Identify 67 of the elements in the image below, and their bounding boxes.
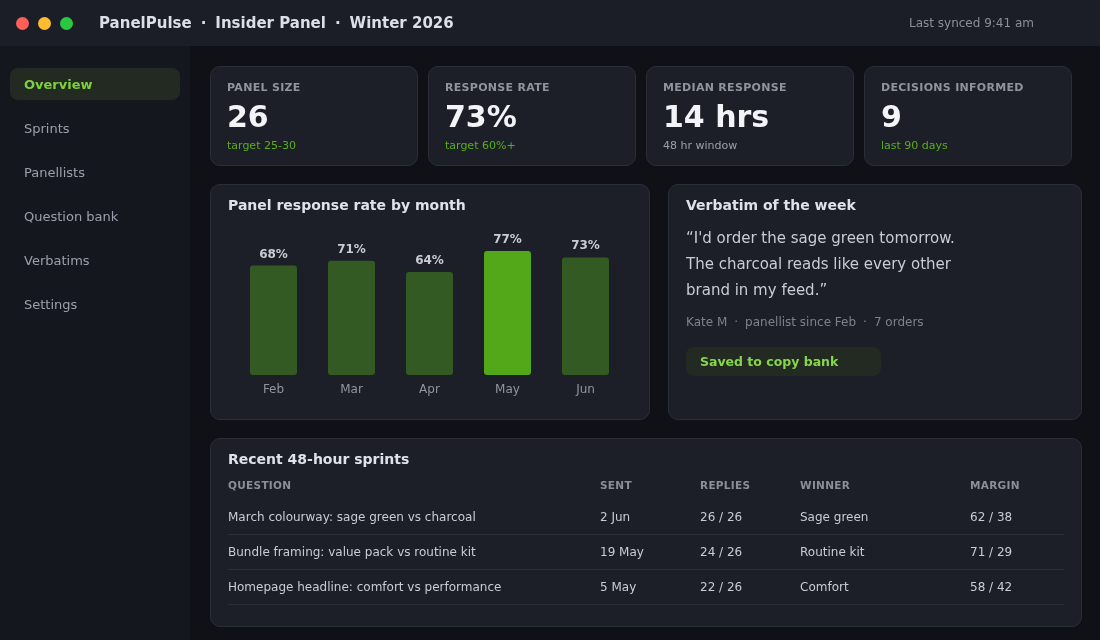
stat-label: DECISIONS INFORMED: [881, 81, 1025, 94]
table-cell: 24 / 26: [700, 535, 800, 570]
quote-meta: panellist since Feb: [745, 315, 857, 329]
table-cell: 62 / 38: [970, 500, 1064, 535]
stat-label: MEDIAN RESPONSE: [663, 81, 788, 94]
card-title: Verbatim of the week: [686, 197, 857, 213]
stat-note: target 25-30: [227, 139, 297, 152]
title-separator: ·: [200, 14, 207, 32]
axis-label: Mar: [340, 382, 363, 396]
stat-value: 9: [881, 99, 903, 135]
sidebar-item[interactable]: Overview: [10, 68, 180, 100]
quote-meta: Kate M: [686, 315, 728, 329]
table-cell: Sage green: [800, 500, 970, 535]
stat-note: 48 hr window: [663, 139, 739, 152]
sidebar-item[interactable]: Panellists: [10, 156, 180, 188]
quote-meta: 7 orders: [873, 315, 924, 329]
stat-label: PANEL SIZE: [227, 81, 302, 94]
value-label: 77%: [493, 232, 522, 247]
axis-label: Jun: [576, 382, 595, 396]
value-label: 71%: [337, 241, 366, 256]
stat-note: target 60%+: [445, 139, 517, 152]
window-title: PanelPulse: [99, 14, 192, 32]
column-header: WINNER: [800, 479, 852, 493]
column-header: SENT: [600, 479, 633, 493]
window-control-icon[interactable]: [16, 16, 29, 30]
table-cell: 58 / 42: [970, 570, 1064, 605]
table-cell: 5 May: [600, 570, 700, 605]
table-cell: Comfort: [800, 570, 970, 605]
sidebar-item[interactable]: Verbatims: [10, 244, 180, 276]
table-cell: Homepage headline: comfort vs performance: [228, 570, 600, 605]
value-label: 73%: [571, 238, 600, 253]
axis-label: May: [495, 382, 520, 396]
stat-value: 73%: [445, 99, 518, 135]
window-title: Insider Panel: [215, 14, 326, 32]
title-separator: ·: [334, 14, 341, 32]
card-title: Recent 48-hour sprints: [228, 451, 411, 467]
stat-value: 14 hrs: [663, 99, 771, 135]
table-cell: Routine kit: [800, 535, 970, 570]
table-cell: 2 Jun: [600, 500, 700, 535]
table-cell: 22 / 26: [700, 570, 800, 605]
table-cell: Bundle framing: value pack vs routine kit: [228, 535, 600, 570]
chart-title: Panel response rate by month: [228, 197, 467, 213]
table-cell: March colourway: sage green vs charcoal: [228, 500, 600, 535]
sidebar-item[interactable]: Sprints: [10, 112, 180, 144]
column-header: MARGIN: [970, 479, 1021, 493]
stat-note: last 90 days: [881, 139, 949, 152]
sidebar-item[interactable]: Question bank: [10, 200, 180, 232]
window-control-icon[interactable]: [38, 16, 51, 30]
saved-badge[interactable]: Saved to copy bank: [686, 347, 881, 376]
meta-separator: ·: [863, 315, 867, 329]
meta-separator: ·: [734, 315, 739, 329]
value-label: 64%: [415, 252, 444, 267]
axis-label: Feb: [262, 382, 285, 396]
sidebar-item[interactable]: Settings: [10, 288, 180, 320]
column-header: QUESTION: [228, 479, 293, 493]
value-label: 68%: [259, 246, 288, 261]
quote-text: “I'd order the sage green tomorrow. The charcoal reads like every other brand in my feed.”: [686, 228, 956, 301]
table-cell: 71 / 29: [970, 535, 1064, 570]
stat-value: 26: [227, 99, 270, 135]
sync-status: Last synced 9:41 am: [909, 16, 1034, 30]
table-cell: 19 May: [600, 535, 700, 570]
table-cell: 26 / 26: [700, 500, 800, 535]
column-header: REPLIES: [700, 479, 752, 493]
window-control-icon[interactable]: [60, 16, 73, 30]
axis-label: Apr: [419, 382, 440, 396]
window-title: Winter 2026: [349, 14, 454, 32]
stat-label: RESPONSE RATE: [445, 81, 551, 94]
